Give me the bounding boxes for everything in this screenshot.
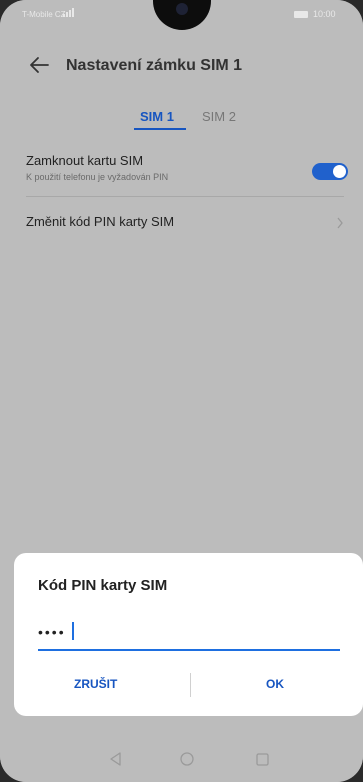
navigation-bar <box>0 745 363 782</box>
status-bar: T-Mobile CZ 10:00 <box>0 0 363 30</box>
screen: T-Mobile CZ 10:00 Nastavení zámku SIM 1 … <box>0 0 363 782</box>
camera-notch <box>153 0 211 30</box>
ok-button[interactable]: OK <box>266 677 284 691</box>
tab-sim1[interactable]: SIM 1 <box>140 109 174 124</box>
list-divider <box>26 196 344 197</box>
pin-dialog: Kód PIN karty SIM •••• ZRUŠIT OK <box>14 553 363 716</box>
lock-sim-toggle[interactable] <box>312 163 348 180</box>
toggle-knob <box>333 165 346 178</box>
pin-input[interactable]: •••• <box>38 624 66 640</box>
button-separator <box>190 673 191 697</box>
lock-sim-label: Zamknout kartu SIM <box>26 153 144 168</box>
lock-sim-subtitle: K použití telefonu je vyžadován PIN <box>26 172 169 182</box>
setting-change-pin[interactable]: Změnit kód PIN karty SIM <box>0 210 363 240</box>
phone-frame: T-Mobile CZ 10:00 Nastavení zámku SIM 1 … <box>0 0 363 782</box>
dialog-title: Kód PIN karty SIM <box>38 577 168 594</box>
signal-icon <box>63 8 74 17</box>
input-underline <box>38 649 340 651</box>
change-pin-label: Změnit kód PIN karty SIM <box>26 214 175 229</box>
square-recents-icon[interactable] <box>256 753 269 766</box>
arrow-left-icon[interactable] <box>28 54 50 76</box>
camera-icon <box>176 3 188 15</box>
text-caret <box>72 622 74 640</box>
battery-icon <box>294 11 308 18</box>
triangle-back-icon[interactable] <box>108 751 122 767</box>
active-tab-indicator <box>134 128 186 130</box>
chevron-right-icon <box>337 217 343 229</box>
setting-lock-sim[interactable]: Zamknout kartu SIM K použití telefonu je… <box>0 148 363 192</box>
circle-home-icon[interactable] <box>180 752 194 766</box>
carrier-name: T-Mobile CZ <box>22 10 66 19</box>
tab-sim2[interactable]: SIM 2 <box>202 109 236 124</box>
status-time: 10:00 <box>313 9 336 19</box>
cancel-button[interactable]: ZRUŠIT <box>74 677 117 691</box>
app-header: Nastavení zámku SIM 1 <box>0 44 363 88</box>
page-title: Nastavení zámku SIM 1 <box>66 57 243 74</box>
